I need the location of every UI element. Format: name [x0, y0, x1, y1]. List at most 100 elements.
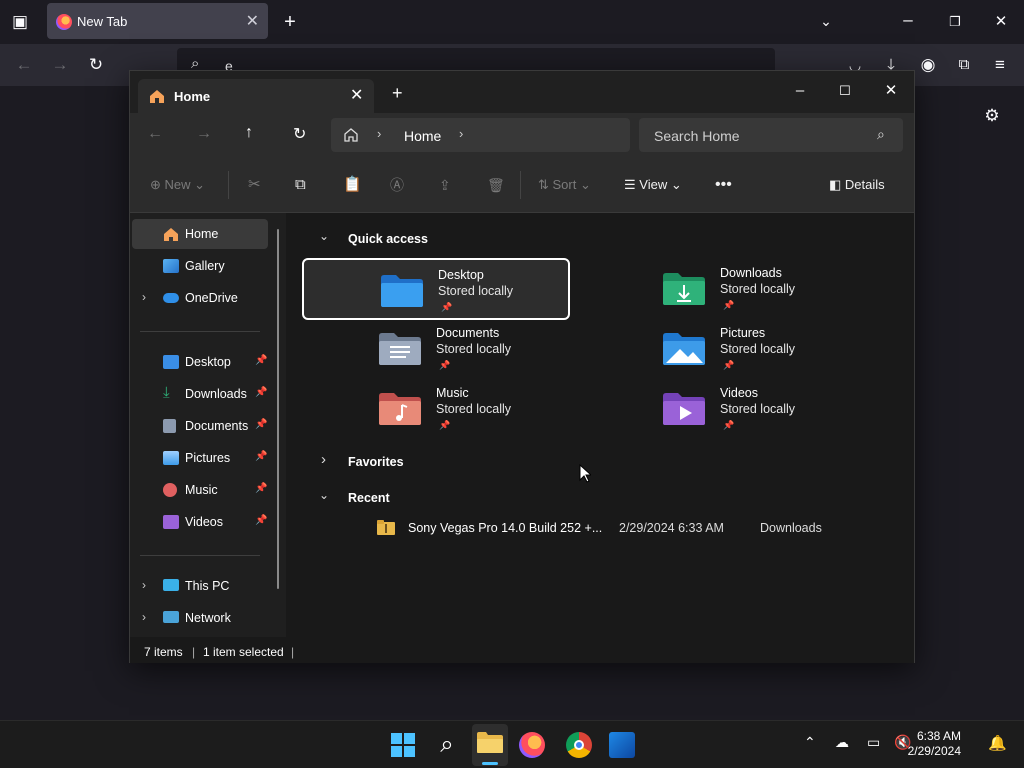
- search-box[interactable]: Search Home ⌕: [639, 118, 903, 152]
- search-icon[interactable]: ⌕: [431, 729, 463, 761]
- chevron-right-icon[interactable]: ›: [459, 126, 463, 141]
- chevron-right-icon[interactable]: ›: [142, 290, 146, 304]
- recent-header[interactable]: Recent: [348, 491, 390, 505]
- zip-folder-icon: [377, 520, 395, 535]
- sidebar-item-videos[interactable]: Videos 📌: [132, 507, 268, 537]
- copy-icon[interactable]: ⧉: [295, 173, 306, 197]
- start-icon[interactable]: [387, 729, 419, 761]
- sidebar-item-onedrive[interactable]: › OneDrive: [132, 283, 268, 313]
- new-label: New: [164, 177, 191, 192]
- quick-access-documents[interactable]: Documents Stored locally 📌: [302, 318, 570, 380]
- close-button[interactable]: ✕: [868, 77, 914, 105]
- recent-row[interactable]: Sony Vegas Pro 14.0 Build 252 +... 2/29/…: [374, 515, 904, 541]
- divider: |: [291, 645, 295, 659]
- onedrive-icon[interactable]: ☁: [835, 734, 849, 751]
- clock-time: 6:38 AM: [916, 729, 961, 743]
- tab-list-icon[interactable]: ▣: [8, 10, 32, 34]
- forward-icon[interactable]: →: [48, 53, 72, 77]
- sidebar-item-desktop[interactable]: Desktop 📌: [132, 347, 268, 377]
- share-icon[interactable]: ⇪: [439, 173, 451, 197]
- sidebar-item-label: Desktop: [185, 355, 231, 369]
- minimize-browser-button[interactable]: –: [896, 8, 920, 32]
- back-icon[interactable]: ←: [12, 53, 36, 77]
- desktop-folder-icon: [163, 355, 179, 369]
- chevron-down-icon[interactable]: ⌄: [319, 488, 329, 502]
- breadcrumb-home[interactable]: Home: [404, 128, 441, 144]
- sidebar-scrollbar[interactable]: [277, 229, 279, 589]
- sidebar-item-this-pc[interactable]: › This PC: [132, 571, 268, 601]
- cut-icon[interactable]: ✂: [248, 173, 261, 197]
- quick-access-downloads[interactable]: Downloads Stored locally 📌: [586, 258, 854, 320]
- paste-icon[interactable]: 📋: [343, 173, 362, 197]
- more-options-icon[interactable]: •••: [715, 173, 732, 197]
- sidebar-item-music[interactable]: Music 📌: [132, 475, 268, 505]
- vegas-icon[interactable]: [609, 732, 635, 758]
- sort-label: Sort: [552, 177, 577, 192]
- view-button[interactable]: ☰ View ⌄: [624, 173, 682, 197]
- close-browser-button[interactable]: ✕: [989, 10, 1013, 34]
- videos-folder-icon: [163, 515, 179, 529]
- sort-button[interactable]: ⇅ Sort ⌄: [538, 173, 591, 197]
- network-icon[interactable]: ▭: [867, 734, 880, 751]
- breadcrumb[interactable]: › Home ›: [331, 118, 630, 152]
- download-folder-icon: ⤓: [163, 384, 170, 401]
- list-all-tabs-icon[interactable]: ⌄: [814, 9, 838, 33]
- chevron-right-icon[interactable]: ›: [142, 578, 146, 592]
- account-icon[interactable]: ◉: [916, 53, 940, 77]
- forward-icon[interactable]: →: [196, 125, 212, 143]
- reload-icon[interactable]: ↻: [84, 53, 108, 77]
- sidebar-item-label: Network: [185, 611, 231, 625]
- minimize-button[interactable]: –: [777, 77, 823, 105]
- extensions-icon[interactable]: ⧉: [952, 53, 976, 77]
- pin-icon: 📌: [255, 387, 268, 398]
- explorer-tab-home[interactable]: Home ✕: [138, 79, 374, 113]
- clock[interactable]: 6:38 AM 2/29/2024: [908, 729, 961, 759]
- sidebar-item-downloads[interactable]: ⤓ Downloads 📌: [132, 379, 268, 409]
- close-tab-icon[interactable]: ✕: [246, 11, 259, 31]
- back-icon[interactable]: ←: [147, 125, 163, 143]
- quick-access-header[interactable]: Quick access: [348, 232, 428, 246]
- chevron-up-icon[interactable]: ⌃: [804, 734, 816, 751]
- quick-access-desktop[interactable]: Desktop Stored locally 📌: [302, 258, 570, 320]
- new-tab-button[interactable]: +: [278, 10, 302, 34]
- quick-access-videos[interactable]: Videos Stored locally 📌: [586, 378, 854, 440]
- delete-icon[interactable]: 🗑: [487, 173, 505, 197]
- mouse-cursor-icon: [579, 464, 591, 483]
- file-explorer-taskbar-button[interactable]: [472, 724, 508, 766]
- restore-browser-button[interactable]: ❐: [943, 10, 967, 34]
- new-tab-button[interactable]: +: [392, 83, 403, 104]
- quick-access-music[interactable]: Music Stored locally 📌: [302, 378, 570, 440]
- sidebar-item-gallery[interactable]: Gallery: [132, 251, 268, 281]
- chevron-down-icon[interactable]: ⌄: [319, 229, 329, 243]
- close-tab-icon[interactable]: ✕: [350, 85, 363, 105]
- refresh-icon[interactable]: ↻: [293, 124, 306, 144]
- desktop-folder-icon: [381, 275, 423, 307]
- sidebar-item-network[interactable]: › Network: [132, 603, 268, 633]
- chrome-icon[interactable]: [566, 732, 592, 758]
- sidebar-item-pictures[interactable]: Pictures 📌: [132, 443, 268, 473]
- firefox-icon[interactable]: [519, 732, 545, 758]
- rename-icon[interactable]: Ⓐ: [390, 173, 404, 197]
- maximize-button[interactable]: ☐: [822, 77, 868, 105]
- notification-bell-icon[interactable]: 🔔: [988, 734, 1007, 752]
- tile-name: Documents: [436, 326, 500, 340]
- browser-tab[interactable]: New Tab ✕: [47, 3, 268, 39]
- network-icon: [163, 611, 179, 623]
- chevron-right-icon[interactable]: ›: [321, 451, 326, 468]
- new-button[interactable]: ⊕ New ⌄: [150, 173, 205, 197]
- favorites-header[interactable]: Favorites: [348, 455, 404, 469]
- up-icon[interactable]: ↑: [245, 124, 253, 142]
- pictures-folder-icon: [663, 333, 705, 365]
- chevron-right-icon[interactable]: ›: [142, 610, 146, 624]
- settings-gear-icon[interactable]: ⚙: [980, 104, 1004, 128]
- quick-access-pictures[interactable]: Pictures Stored locally 📌: [586, 318, 854, 380]
- sidebar-item-home[interactable]: Home: [132, 219, 268, 249]
- home-icon: [164, 228, 178, 241]
- sidebar-item-documents[interactable]: Documents 📌: [132, 411, 268, 441]
- recent-file-name: Sony Vegas Pro 14.0 Build 252 +...: [408, 521, 603, 535]
- details-button[interactable]: ◧ Details: [829, 173, 885, 197]
- view-label: View: [639, 177, 668, 192]
- tile-subtitle: Stored locally: [436, 342, 512, 356]
- menu-icon[interactable]: ≡: [988, 53, 1012, 77]
- documents-folder-icon: [163, 419, 176, 433]
